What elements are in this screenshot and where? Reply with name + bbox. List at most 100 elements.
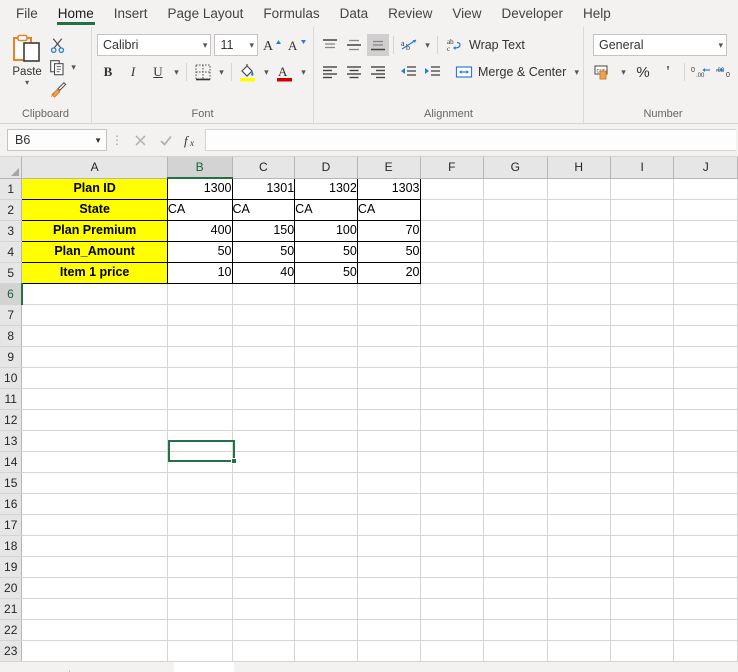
cell-F2[interactable] xyxy=(420,199,485,221)
cell-B3[interactable]: 400 xyxy=(166,219,233,242)
cell-A16[interactable] xyxy=(21,493,168,515)
name-box[interactable]: B6 ▼ xyxy=(7,129,107,151)
cell-E7[interactable] xyxy=(357,304,421,326)
cell-D9[interactable] xyxy=(294,346,358,368)
cell-D10[interactable] xyxy=(294,367,358,389)
cell-H21[interactable] xyxy=(547,598,611,620)
cell-I19[interactable] xyxy=(610,556,675,578)
cell-B19[interactable] xyxy=(167,556,233,578)
insert-function-button[interactable]: f x xyxy=(179,129,205,151)
cell-B16[interactable] xyxy=(167,493,233,515)
cell-B8[interactable] xyxy=(167,325,233,347)
cell-C11[interactable] xyxy=(232,388,296,410)
align-top-button[interactable] xyxy=(319,34,341,56)
cell-F10[interactable] xyxy=(420,367,485,389)
row-header-6[interactable]: 6 xyxy=(0,283,23,305)
font-color-button[interactable]: A xyxy=(274,61,296,83)
ribbon-tab-page-layout[interactable]: Page Layout xyxy=(158,0,254,27)
cell-F5[interactable] xyxy=(420,262,485,284)
formula-input[interactable] xyxy=(205,129,736,151)
select-all-corner[interactable] xyxy=(0,157,23,179)
cell-G10[interactable] xyxy=(483,367,548,389)
row-header-1[interactable]: 1 xyxy=(0,178,23,200)
orientation-button[interactable]: a b xyxy=(398,34,420,56)
cell-I7[interactable] xyxy=(610,304,675,326)
cell-D22[interactable] xyxy=(294,619,358,641)
cell-C22[interactable] xyxy=(232,619,296,641)
borders-chevron-down-icon[interactable]: ▾ xyxy=(217,67,226,78)
cell-A5[interactable]: Item 1 price xyxy=(21,261,168,284)
cell-D1[interactable]: 1302 xyxy=(294,177,358,200)
cell-B2[interactable]: CA xyxy=(166,198,233,221)
cell-F15[interactable] xyxy=(420,472,485,494)
cell-G2[interactable] xyxy=(483,199,548,221)
cell-G18[interactable] xyxy=(483,535,548,557)
cell-A22[interactable] xyxy=(21,619,168,641)
cell-H6[interactable] xyxy=(547,283,611,305)
cell-D5[interactable]: 50 xyxy=(294,261,358,284)
cut-button[interactable] xyxy=(49,37,66,54)
cell-H2[interactable] xyxy=(547,199,611,221)
cell-C23[interactable] xyxy=(232,640,296,661)
cell-F14[interactable] xyxy=(420,451,485,473)
row-header-18[interactable]: 18 xyxy=(0,535,23,557)
cell-J19[interactable] xyxy=(673,556,738,578)
cell-F11[interactable] xyxy=(420,388,485,410)
merge-center-button[interactable]: Merge & Center ▾ xyxy=(451,61,586,83)
row-header-20[interactable]: 20 xyxy=(0,577,23,599)
cell-H14[interactable] xyxy=(547,451,611,473)
cell-E21[interactable] xyxy=(357,598,421,620)
row-header-3[interactable]: 3 xyxy=(0,220,23,242)
row-header-16[interactable]: 16 xyxy=(0,493,23,515)
cell-A12[interactable] xyxy=(21,409,168,431)
accounting-format-button[interactable]: cur xyxy=(593,61,615,83)
cell-D18[interactable] xyxy=(294,535,358,557)
cell-G17[interactable] xyxy=(483,514,548,536)
copy-button[interactable] xyxy=(49,59,66,76)
italic-button[interactable]: I xyxy=(122,61,144,83)
cell-C10[interactable] xyxy=(232,367,296,389)
cell-H18[interactable] xyxy=(547,535,611,557)
cell-J7[interactable] xyxy=(673,304,738,326)
cell-G14[interactable] xyxy=(483,451,548,473)
cell-I2[interactable] xyxy=(610,199,675,221)
merge-center-chevron-down-icon[interactable]: ▾ xyxy=(571,67,582,78)
cell-G9[interactable] xyxy=(483,346,548,368)
cell-I14[interactable] xyxy=(610,451,675,473)
cell-C20[interactable] xyxy=(232,577,296,599)
cell-B18[interactable] xyxy=(167,535,233,557)
cell-C9[interactable] xyxy=(232,346,296,368)
cell-F8[interactable] xyxy=(420,325,485,347)
cell-H15[interactable] xyxy=(547,472,611,494)
row-header-13[interactable]: 13 xyxy=(0,430,23,452)
font-color-chevron-down-icon[interactable]: ▾ xyxy=(299,67,308,78)
cell-B21[interactable] xyxy=(167,598,233,620)
row-header-23[interactable]: 23 xyxy=(0,640,23,661)
cell-J20[interactable] xyxy=(673,577,738,599)
cell-G23[interactable] xyxy=(483,640,548,661)
cell-C16[interactable] xyxy=(232,493,296,515)
cell-E22[interactable] xyxy=(357,619,421,641)
cell-J18[interactable] xyxy=(673,535,738,557)
cell-A19[interactable] xyxy=(21,556,168,578)
cell-H17[interactable] xyxy=(547,514,611,536)
cell-A10[interactable] xyxy=(21,367,168,389)
cell-G6[interactable] xyxy=(483,283,548,305)
cell-F18[interactable] xyxy=(420,535,485,557)
cell-G19[interactable] xyxy=(483,556,548,578)
confirm-entry-button[interactable] xyxy=(153,129,179,151)
ribbon-tab-help[interactable]: Help xyxy=(573,0,621,27)
cell-E12[interactable] xyxy=(357,409,421,431)
cell-I9[interactable] xyxy=(610,346,675,368)
cell-I4[interactable] xyxy=(610,241,675,263)
cell-C3[interactable]: 150 xyxy=(231,219,296,242)
font-name-chevron-down-icon[interactable]: ▾ xyxy=(199,40,208,51)
cell-G16[interactable] xyxy=(483,493,548,515)
cell-I16[interactable] xyxy=(610,493,675,515)
row-header-7[interactable]: 7 xyxy=(0,304,23,326)
cell-C17[interactable] xyxy=(232,514,296,536)
cell-A15[interactable] xyxy=(21,472,168,494)
cell-G5[interactable] xyxy=(483,262,548,284)
cell-J1[interactable] xyxy=(673,178,738,200)
cell-J23[interactable] xyxy=(673,640,738,661)
